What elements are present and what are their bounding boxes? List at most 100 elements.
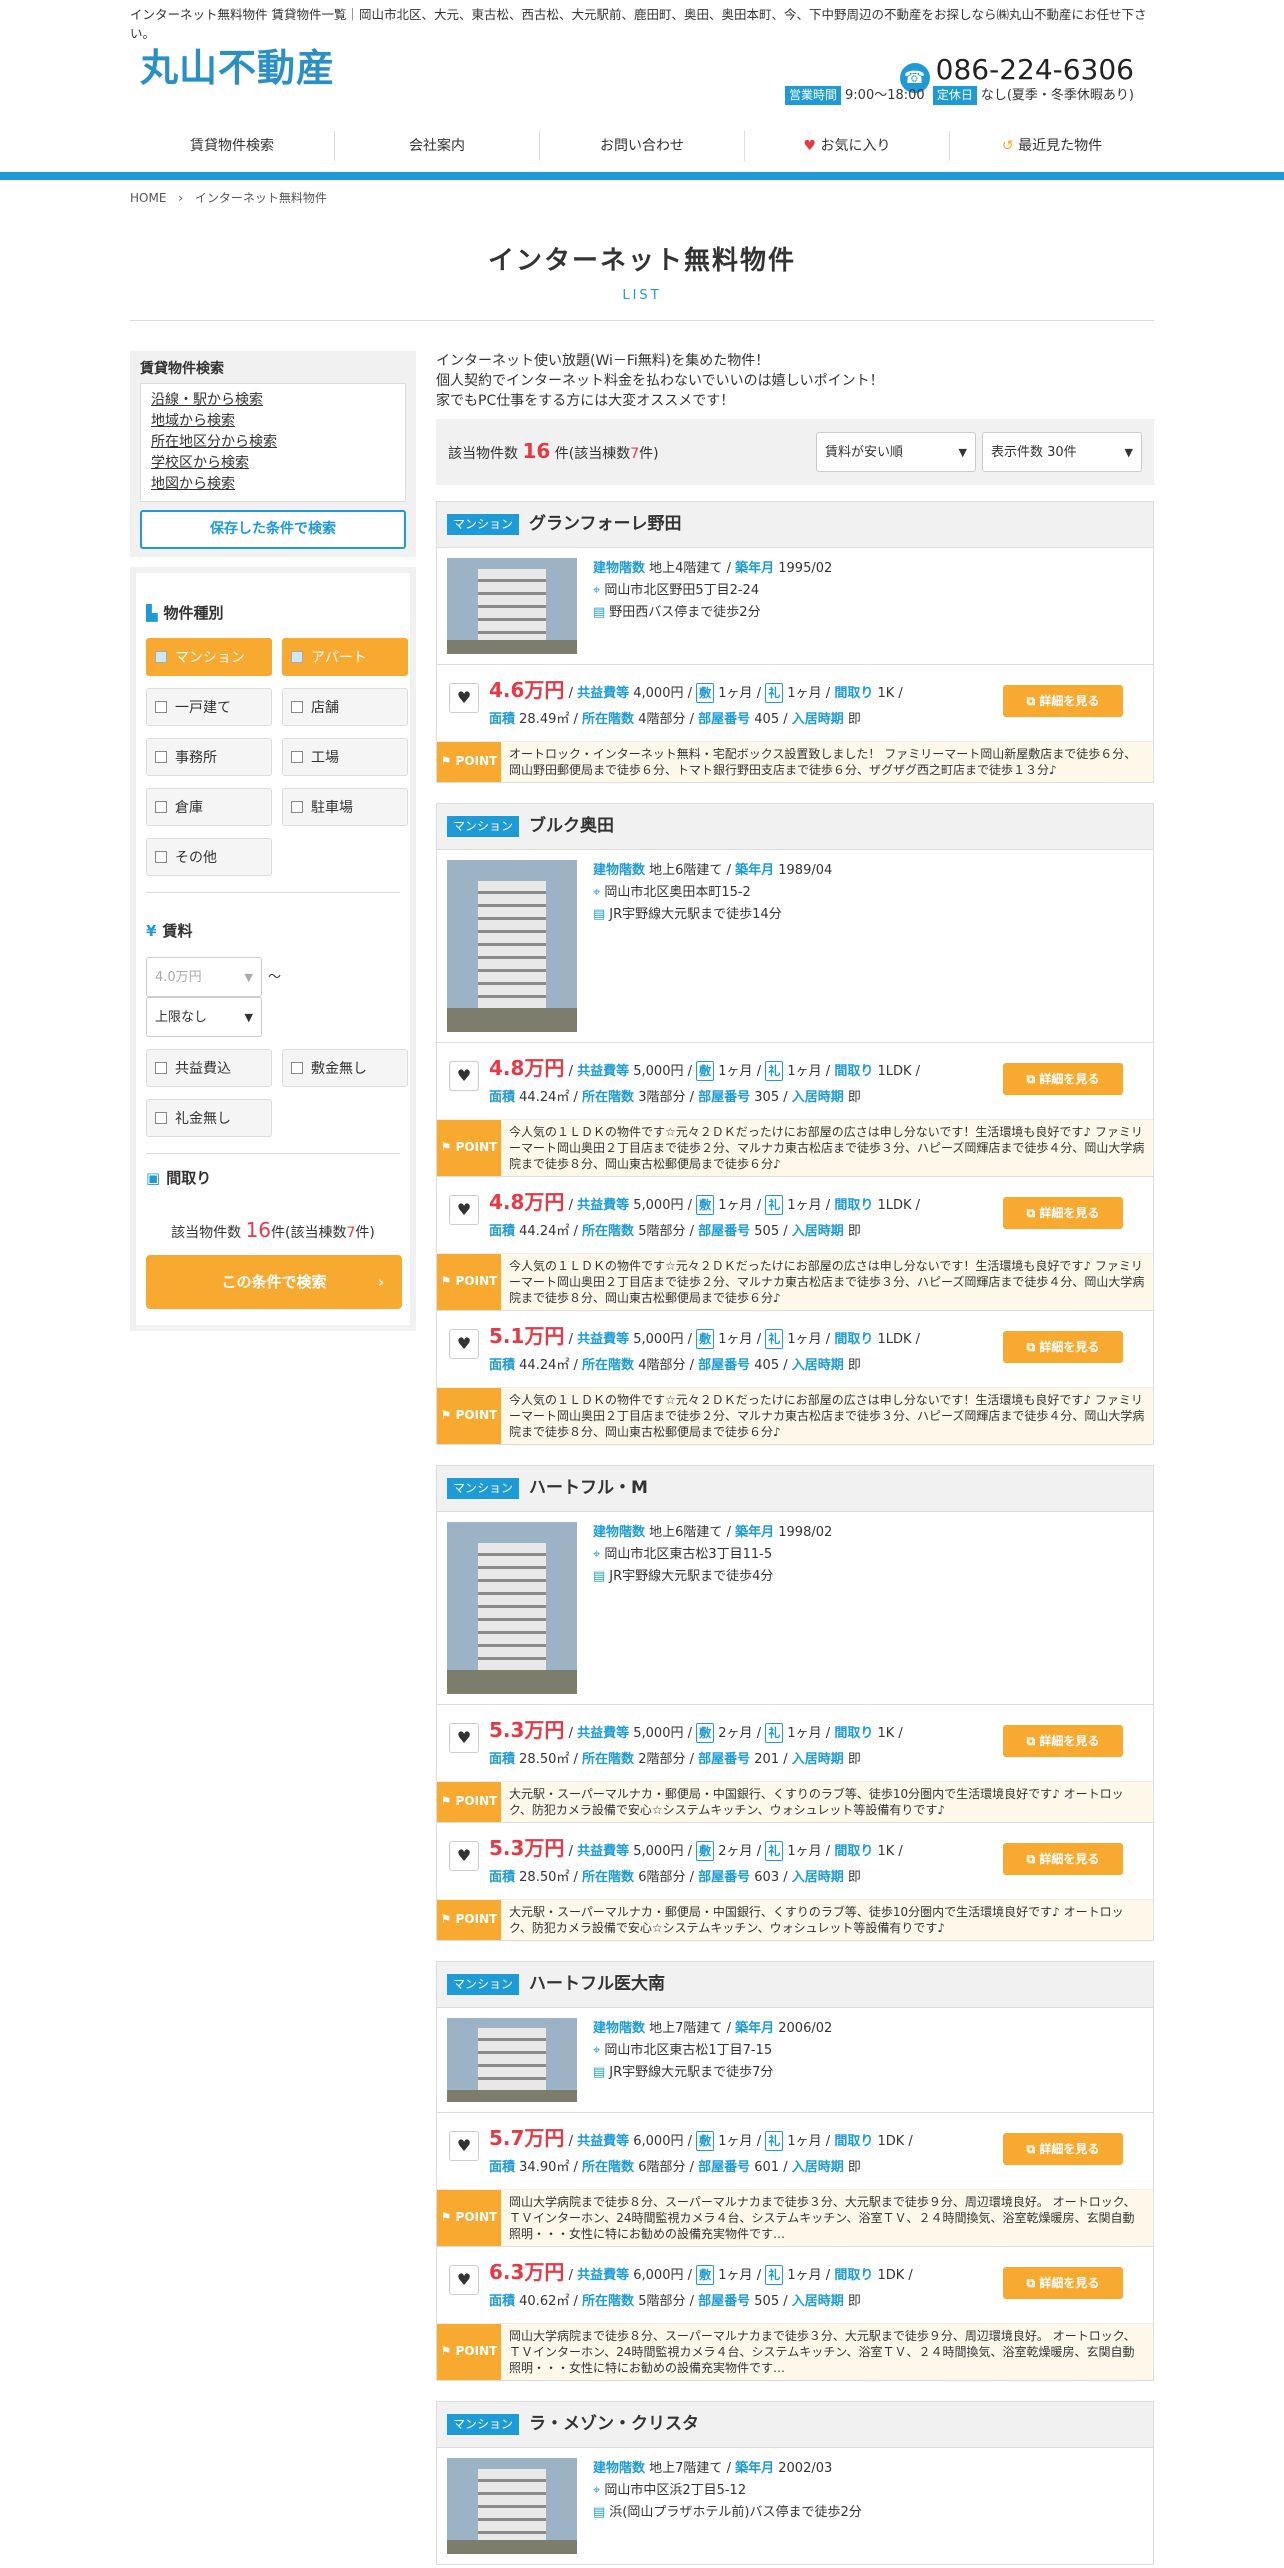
- type-mansion-checkbox[interactable]: マンション: [146, 638, 272, 677]
- breadcrumb-home[interactable]: HOME: [130, 191, 166, 205]
- per-page-select[interactable]: 表示件数 30件 ▼: [982, 431, 1142, 472]
- rent-price: 4.6万円: [489, 677, 565, 702]
- type-parking-checkbox[interactable]: 駐車場: [282, 788, 408, 827]
- property-address: 岡山市北区野田5丁目2-24: [604, 582, 760, 598]
- detail-button[interactable]: ⧉ 詳細を見る: [1003, 1842, 1123, 1875]
- detail-button[interactable]: ⧉ 詳細を見る: [1003, 684, 1123, 717]
- page-title: インターネット無料物件: [487, 246, 796, 277]
- type-other-checkbox[interactable]: その他: [146, 838, 272, 877]
- no-deposit-checkbox[interactable]: 敷金無し: [282, 1049, 408, 1088]
- link-line-station[interactable]: 沿線・駅から検索: [151, 390, 395, 411]
- transit-icon: ▤: [593, 2064, 606, 2080]
- type-warehouse-checkbox[interactable]: 倉庫: [146, 788, 272, 827]
- rent-price: 5.3万円: [489, 1717, 565, 1742]
- type-factory-checkbox[interactable]: 工場: [282, 738, 408, 777]
- search-submit-button[interactable]: この条件で検索 ›: [146, 1254, 402, 1309]
- nav-rental-search[interactable]: 賃貸物件検索: [130, 131, 335, 161]
- point-box: ⚑ POINT オートロック・インターネット無料・宅配ボックス設置致しました！ フ…: [437, 740, 1153, 782]
- history-icon: ↺: [1001, 138, 1014, 154]
- heart-icon: ♥: [803, 138, 817, 154]
- favorite-heart-icon[interactable]: ♥: [449, 1060, 479, 1091]
- favorite-heart-icon[interactable]: ♥: [449, 2264, 479, 2295]
- favorite-heart-icon[interactable]: ♥: [449, 682, 479, 713]
- property-address: 岡山市北区東古松3丁目11-5: [604, 1546, 773, 1562]
- property-photo[interactable]: [447, 859, 577, 1032]
- breadcrumb-current: インターネット無料物件: [194, 191, 327, 205]
- property-photo[interactable]: [447, 2457, 577, 2554]
- transit-icon: ▤: [593, 1568, 606, 1584]
- nav-favorites[interactable]: ♥ お気に入り: [745, 131, 950, 161]
- property-address: 岡山市北区東古松1丁目7-15: [604, 2042, 773, 2058]
- no-keymoney-checkbox[interactable]: 礼金無し: [146, 1099, 272, 1138]
- property-photo[interactable]: [447, 2017, 577, 2102]
- property-card: マンション ブルク奥田 建物階数 地上6階建て / 築年月 1989/04 ⌖ 岡山…: [436, 802, 1154, 1445]
- location-pin-icon: ⌖: [593, 582, 601, 598]
- favorite-heart-icon[interactable]: ♥: [449, 2130, 479, 2161]
- type-apartment-checkbox[interactable]: アパート: [282, 638, 408, 677]
- type-office-checkbox[interactable]: 事務所: [146, 738, 272, 777]
- property-name[interactable]: ハートフル・M: [529, 1476, 648, 1501]
- rent-price: 4.8万円: [489, 1189, 565, 1214]
- result-count: 該当物件数 16 件(該当棟数7件): [448, 439, 659, 464]
- link-school[interactable]: 学校区から検索: [151, 453, 395, 474]
- property-card: マンション ハートフル・M 建物階数 地上6階建て / 築年月 1998/02 ⌖…: [436, 1464, 1154, 1941]
- site-description: インターネット無料物件 賃貸物件一覧｜岡山市北区、大元、東古松、西古松、大元駅前…: [130, 7, 1147, 41]
- property-address: 岡山市北区奥田本町15-2: [604, 884, 751, 900]
- property-name[interactable]: ブルク奥田: [529, 814, 614, 839]
- flag-icon: ⚑: [440, 1274, 452, 1289]
- link-district[interactable]: 所在地区分から検索: [151, 432, 395, 453]
- detail-button[interactable]: ⧉ 詳細を見る: [1003, 1196, 1123, 1229]
- caret-down-icon: ▼: [244, 971, 253, 985]
- property-type-badge: マンション: [447, 1973, 520, 1996]
- type-house-checkbox[interactable]: 一戸建て: [146, 688, 272, 727]
- property-card: マンション グランフォーレ野田 建物階数 地上4階建て / 築年月 1995/02…: [436, 500, 1154, 783]
- favorite-heart-icon[interactable]: ♥: [449, 1840, 479, 1871]
- property-photo[interactable]: [447, 1521, 577, 1694]
- detail-button[interactable]: ⧉ 詳細を見る: [1003, 1724, 1123, 1757]
- transit-icon: ▤: [593, 906, 606, 922]
- detail-button[interactable]: ⧉ 詳細を見る: [1003, 1062, 1123, 1095]
- favorite-heart-icon[interactable]: ♥: [449, 1328, 479, 1359]
- window-icon: ⧉: [1026, 1339, 1036, 1354]
- rent-min-select[interactable]: 4.0万円 ▼: [146, 957, 262, 998]
- header: 丸山不動産 ☎ 086-224-6306 営業時間 9:00～18:00 定休日 なし…: [130, 36, 1154, 120]
- property-access: 野田西バス停まで徒歩2分: [609, 604, 761, 620]
- nav-company[interactable]: 会社案内: [335, 131, 540, 161]
- main-nav: 賃貸物件検索 会社案内 お問い合わせ ♥ お気に入り ↺ 最近見た物件: [0, 120, 1284, 180]
- fee-included-checkbox[interactable]: 共益費込: [146, 1049, 272, 1088]
- room-row: ♥ 4.8万円 / 共益費等 5,000円 / 敷 1ヶ月 / 礼 1ヶ月 / …: [437, 1175, 1153, 1253]
- property-photo[interactable]: [447, 557, 577, 654]
- property-type-badge: マンション: [447, 513, 520, 536]
- flag-icon: ⚑: [440, 2344, 452, 2359]
- window-icon: ⧉: [1026, 1205, 1036, 1220]
- property-access: JR宇野線大元駅まで徒歩4分: [609, 1568, 774, 1584]
- detail-button[interactable]: ⧉ 詳細を見る: [1003, 2132, 1123, 2165]
- rent-max-select[interactable]: 上限なし ▼: [146, 997, 262, 1038]
- property-name[interactable]: ハートフル医大南: [529, 1972, 665, 1997]
- favorite-heart-icon[interactable]: ♥: [449, 1194, 479, 1225]
- point-box: ⚑ POINT 今人気の１ＬＤＫの物件です☆元々２ＤＫだったけにお部屋の広さは申し…: [437, 1252, 1153, 1310]
- link-map[interactable]: 地図から検索: [151, 474, 395, 495]
- rent-section: ¥ 賃料 4.0万円 ▼ ～上限なし ▼ 共益費込 敷金無し 礼金無し: [146, 903, 408, 1155]
- detail-button[interactable]: ⧉ 詳細を見る: [1003, 2266, 1123, 2299]
- nav-recently-viewed[interactable]: ↺ 最近見た物件: [950, 131, 1154, 161]
- property-list: マンション グランフォーレ野田 建物階数 地上4階建て / 築年月 1995/02…: [436, 500, 1154, 2565]
- result-bar: 該当物件数 16 件(該当棟数7件) 賃料が安い順 ▼ 表示件数 30件 ▼: [436, 418, 1154, 485]
- sort-select[interactable]: 賃料が安い順 ▼: [816, 431, 976, 472]
- rent-price: 5.7万円: [489, 2125, 565, 2150]
- property-name[interactable]: ラ・メゾン・クリスタ: [529, 2412, 699, 2437]
- nav-contact[interactable]: お問い合わせ: [540, 131, 745, 161]
- point-box: ⚑ POINT 今人気の１ＬＤＫの物件です☆元々２ＤＫだったけにお部屋の広さは申し…: [437, 1386, 1153, 1444]
- layout-heading[interactable]: ▣ 間取り: [146, 1168, 400, 1190]
- logo[interactable]: 丸山不動産: [140, 40, 335, 95]
- property-name[interactable]: グランフォーレ野田: [529, 512, 682, 537]
- detail-button[interactable]: ⧉ 詳細を見る: [1003, 1330, 1123, 1363]
- caret-down-icon: ▼: [958, 445, 967, 459]
- link-area[interactable]: 地域から検索: [151, 411, 395, 432]
- business-hours: 営業時間 9:00～18:00 定休日 なし(夏季・冬季休暇あり): [785, 86, 1134, 106]
- rent-price: 5.3万円: [489, 1835, 565, 1860]
- location-pin-icon: ⌖: [593, 1546, 601, 1562]
- saved-search-button[interactable]: 保存した条件で検索: [140, 510, 406, 549]
- type-shop-checkbox[interactable]: 店舗: [282, 688, 408, 727]
- favorite-heart-icon[interactable]: ♥: [449, 1722, 479, 1753]
